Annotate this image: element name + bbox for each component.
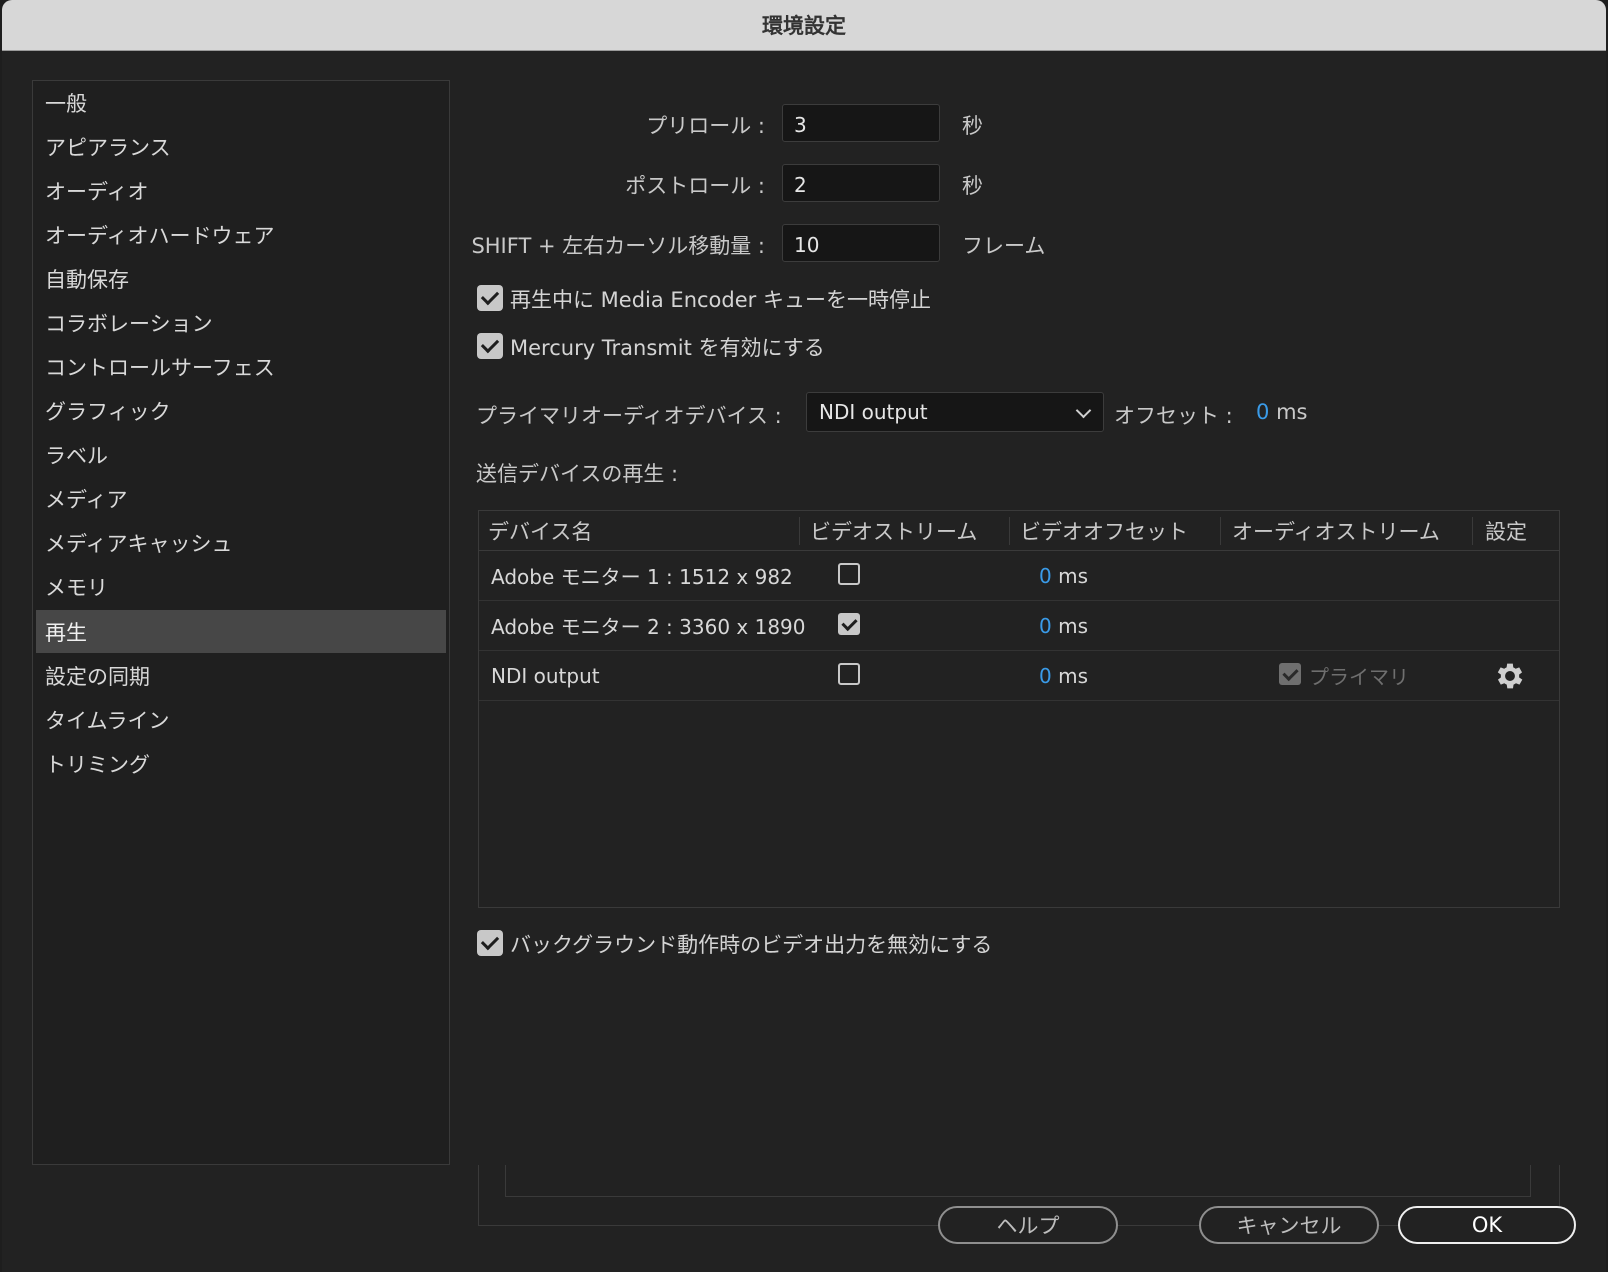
- sidebar-item-control-surface[interactable]: コントロールサーフェス: [36, 345, 446, 388]
- preroll-label: プリロール :: [646, 114, 765, 138]
- header-video-offset: ビデオオフセット: [1020, 519, 1188, 544]
- sidebar-item-autosave[interactable]: 自動保存: [36, 257, 446, 300]
- gear-icon[interactable]: [1493, 659, 1527, 693]
- sidebar-item-label: トリミング: [45, 752, 150, 777]
- video-offset-unit: ms: [1058, 663, 1088, 688]
- mercury-transmit-checkbox[interactable]: [477, 333, 503, 359]
- table-row[interactable]: NDI output 0 ms プライマリ: [479, 651, 1559, 701]
- sidebar-item-label: メモリ: [45, 575, 108, 600]
- sidebar-item-label: グラフィック: [45, 399, 171, 424]
- video-offset-value[interactable]: 0: [1039, 614, 1052, 638]
- header-device-name: デバイス名: [488, 519, 593, 544]
- sidebar-item-memory[interactable]: メモリ: [36, 565, 446, 608]
- help-button[interactable]: ヘルプ: [938, 1206, 1118, 1244]
- pause-encoder-checkbox[interactable]: [477, 285, 503, 311]
- audio-offset-readout[interactable]: 0 ms: [1256, 400, 1307, 424]
- sidebar-item-label: メディア: [45, 487, 128, 512]
- category-sidebar: 一般 アピアランス オーディオ オーディオハードウェア 自動保存 コラボレーショ…: [32, 80, 450, 1165]
- header-divider: [799, 517, 800, 545]
- sidebar-item-label: アピアランス: [45, 135, 171, 160]
- ok-button[interactable]: OK: [1398, 1206, 1576, 1244]
- header-video-stream: ビデオストリーム: [810, 519, 978, 544]
- video-stream-checkbox[interactable]: [838, 663, 860, 685]
- sidebar-item-label: 設定の同期: [45, 664, 150, 689]
- panel-frame: [1530, 1165, 1531, 1196]
- sidebar-item-general[interactable]: 一般: [36, 81, 446, 124]
- sidebar-item-label: メディアキャッシュ: [45, 531, 233, 556]
- header-audio-stream: オーディオストリーム: [1232, 519, 1440, 544]
- video-offset-unit: ms: [1058, 563, 1088, 588]
- header-settings: 設定: [1485, 519, 1527, 544]
- shift-step-unit: フレーム: [962, 234, 1046, 258]
- sidebar-item-graphics[interactable]: グラフィック: [36, 389, 446, 432]
- primary-audio-value: NDI output: [819, 400, 928, 424]
- sidebar-item-media-cache[interactable]: メディアキャッシュ: [36, 521, 446, 564]
- audio-offset-value[interactable]: 0: [1256, 400, 1269, 424]
- table-row[interactable]: Adobe モニター 2 : 3360 x 1890 0 ms: [479, 601, 1559, 651]
- video-stream-checkbox[interactable]: [838, 613, 860, 635]
- sidebar-item-timeline[interactable]: タイムライン: [36, 698, 446, 741]
- sidebar-item-label: ラベル: [45, 443, 108, 468]
- transmit-devices-label: 送信デバイスの再生 :: [476, 462, 679, 486]
- panel-frame: [505, 1165, 506, 1196]
- sidebar-item-label: 一般: [45, 91, 87, 116]
- chevron-down-icon: [1075, 402, 1092, 419]
- primary-audio-label: プライマリオーディオデバイス :: [476, 404, 782, 428]
- audio-offset-label: オフセット :: [1114, 404, 1233, 428]
- transmit-devices-table: デバイス名 ビデオストリーム ビデオオフセット オーディオストリーム 設定 Ad…: [478, 510, 1560, 908]
- header-divider: [1472, 517, 1473, 545]
- video-offset-value[interactable]: 0: [1039, 564, 1052, 588]
- sidebar-item-trimming[interactable]: トリミング: [36, 742, 446, 785]
- device-name: Adobe モニター 1 : 1512 x 982: [491, 565, 793, 589]
- panel-frame: [478, 1165, 479, 1225]
- sidebar-item-label: 再生: [45, 620, 87, 645]
- table-row[interactable]: Adobe モニター 1 : 1512 x 982 0 ms: [479, 551, 1559, 601]
- primary-audio-label: プライマリ: [1309, 665, 1409, 689]
- sidebar-item-sync-settings[interactable]: 設定の同期: [36, 654, 446, 697]
- preroll-unit: 秒: [962, 114, 983, 138]
- sidebar-item-audio-hardware[interactable]: オーディオハードウェア: [36, 213, 446, 256]
- header-divider: [1009, 517, 1010, 545]
- primary-audio-checkbox[interactable]: [1279, 663, 1301, 685]
- shift-step-label: SHIFT + 左右カーソル移動量 :: [471, 234, 765, 258]
- sidebar-item-label: タイムライン: [45, 708, 170, 733]
- video-offset-readout[interactable]: 0 ms: [1039, 651, 1088, 700]
- audio-offset-unit: ms: [1276, 400, 1308, 424]
- pause-encoder-label: 再生中に Media Encoder キューを一時停止: [510, 288, 931, 312]
- panel-frame: [505, 1196, 1531, 1197]
- video-offset-readout[interactable]: 0 ms: [1039, 551, 1088, 600]
- sidebar-item-playback[interactable]: 再生: [36, 610, 446, 653]
- header-divider: [1220, 517, 1221, 545]
- video-offset-unit: ms: [1058, 613, 1088, 638]
- sidebar-item-label: コラボレーション: [45, 311, 213, 336]
- disable-background-video-label: バックグラウンド動作時のビデオ出力を無効にする: [510, 933, 993, 957]
- sidebar-item-labels[interactable]: ラベル: [36, 433, 446, 476]
- sidebar-item-label: オーディオ: [45, 179, 149, 204]
- primary-audio-select[interactable]: NDI output: [806, 392, 1104, 432]
- sidebar-item-audio[interactable]: オーディオ: [36, 169, 446, 212]
- disable-background-video-checkbox[interactable]: [477, 930, 503, 956]
- cancel-button[interactable]: キャンセル: [1199, 1206, 1379, 1244]
- video-offset-readout[interactable]: 0 ms: [1039, 601, 1088, 650]
- device-name: NDI output: [491, 663, 600, 688]
- mercury-transmit-label: Mercury Transmit を有効にする: [510, 336, 825, 360]
- postroll-input[interactable]: 2: [782, 164, 940, 202]
- postroll-label: ポストロール :: [625, 174, 765, 198]
- shift-step-input[interactable]: 10: [782, 224, 940, 262]
- window-titlebar: 環境設定: [2, 0, 1606, 51]
- sidebar-item-label: コントロールサーフェス: [45, 355, 275, 380]
- video-offset-value[interactable]: 0: [1039, 664, 1052, 688]
- window-title: 環境設定: [762, 14, 846, 38]
- video-stream-checkbox[interactable]: [838, 563, 860, 585]
- sidebar-item-collaboration[interactable]: コラボレーション: [36, 301, 446, 344]
- preroll-input[interactable]: 3: [782, 104, 940, 142]
- sidebar-item-media[interactable]: メディア: [36, 477, 446, 520]
- sidebar-item-label: 自動保存: [45, 267, 129, 292]
- device-name: Adobe モニター 2 : 3360 x 1890: [491, 615, 806, 639]
- table-header: デバイス名 ビデオストリーム ビデオオフセット オーディオストリーム 設定: [479, 511, 1559, 551]
- sidebar-item-appearance[interactable]: アピアランス: [36, 125, 446, 168]
- postroll-unit: 秒: [962, 174, 983, 198]
- sidebar-item-label: オーディオハードウェア: [45, 223, 275, 248]
